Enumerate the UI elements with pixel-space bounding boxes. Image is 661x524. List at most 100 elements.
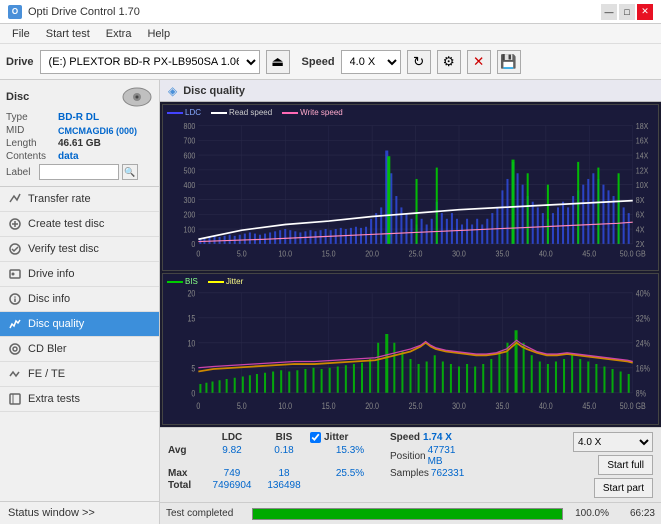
svg-text:8%: 8% xyxy=(636,389,646,399)
verify-disc-icon xyxy=(8,242,22,256)
nav-transfer-rate[interactable]: Transfer rate xyxy=(0,187,159,212)
svg-text:2X: 2X xyxy=(636,240,645,250)
disc-icon xyxy=(121,86,153,108)
progress-area: Test completed 100.0% 66:23 xyxy=(160,502,661,524)
disc-info-icon xyxy=(8,292,22,306)
max-row-label: Max xyxy=(168,468,206,479)
legend-read-speed: Read speed xyxy=(229,108,272,117)
length-label: Length xyxy=(6,138,58,149)
close-button[interactable]: ✕ xyxy=(637,4,653,20)
svg-text:20.0: 20.0 xyxy=(365,401,379,411)
top-chart: LDC Read speed Write speed xyxy=(162,104,659,271)
svg-text:500: 500 xyxy=(184,166,196,176)
menu-start-test[interactable]: Start test xyxy=(38,26,98,42)
svg-text:15.0: 15.0 xyxy=(322,401,336,411)
maximize-button[interactable]: □ xyxy=(619,4,635,20)
status-window-button[interactable]: Status window >> xyxy=(0,502,159,524)
svg-text:15: 15 xyxy=(187,314,195,324)
samples-value: 762331 xyxy=(431,468,464,479)
label-field-label: Label xyxy=(6,167,36,178)
contents-value: data xyxy=(58,151,79,162)
chart-title: Disc quality xyxy=(183,85,245,97)
svg-text:4X: 4X xyxy=(636,225,645,235)
nav-verify-test-disc[interactable]: Verify test disc xyxy=(0,237,159,262)
svg-text:32%: 32% xyxy=(636,314,650,324)
svg-text:30.0: 30.0 xyxy=(452,249,466,259)
svg-text:10: 10 xyxy=(187,339,195,349)
svg-text:18X: 18X xyxy=(636,121,649,131)
total-ldc: 7496904 xyxy=(206,480,258,491)
col-header-ldc: LDC xyxy=(206,432,258,443)
svg-text:300: 300 xyxy=(184,195,196,205)
nav-create-test-disc[interactable]: Create test disc xyxy=(0,212,159,237)
save-button[interactable]: 💾 xyxy=(497,50,521,74)
nav-extra-tests[interactable]: Extra tests xyxy=(0,387,159,412)
position-label: Position xyxy=(390,451,426,462)
svg-text:16X: 16X xyxy=(636,136,649,146)
col-header-speed: Speed xyxy=(390,432,420,443)
svg-text:25.0: 25.0 xyxy=(409,249,423,259)
start-full-button[interactable]: Start full xyxy=(598,455,653,475)
svg-text:0: 0 xyxy=(191,240,195,250)
refresh-button[interactable]: ↻ xyxy=(407,50,431,74)
disc-quality-icon xyxy=(8,317,22,331)
sidebar-nav: Transfer rate Create test disc Verify te… xyxy=(0,187,159,412)
menu-file[interactable]: File xyxy=(4,26,38,42)
disc-info-panel: Disc Type BD-R DL MID CMCMAGDI6 (000) L xyxy=(0,80,159,187)
svg-text:14X: 14X xyxy=(636,151,649,161)
jitter-checkbox-group: Jitter xyxy=(310,432,390,443)
drive-select[interactable]: (E:) PLEXTOR BD-R PX-LB950SA 1.06 xyxy=(40,50,260,74)
legend-jitter: Jitter xyxy=(226,277,243,286)
length-value: 46.61 GB xyxy=(58,138,101,149)
svg-text:5.0: 5.0 xyxy=(237,249,247,259)
total-row-label: Total xyxy=(168,480,206,491)
avg-jitter: 15.3% xyxy=(310,445,390,467)
svg-text:0: 0 xyxy=(196,249,200,259)
bottom-chart: BIS Jitter xyxy=(162,273,659,425)
nav-disc-info[interactable]: Disc info xyxy=(0,287,159,312)
nav-fe-te[interactable]: FE / TE xyxy=(0,362,159,387)
menu-extra[interactable]: Extra xyxy=(98,26,140,42)
svg-text:50.0 GB: 50.0 GB xyxy=(620,401,646,411)
fe-te-icon xyxy=(8,367,22,381)
svg-text:600: 600 xyxy=(184,151,196,161)
disc-section-title: Disc xyxy=(6,91,29,103)
svg-text:8X: 8X xyxy=(636,195,645,205)
jitter-checkbox[interactable] xyxy=(310,432,321,443)
svg-text:45.0: 45.0 xyxy=(582,249,596,259)
svg-text:50.0 GB: 50.0 GB xyxy=(620,249,646,259)
avg-bis: 0.18 xyxy=(258,445,310,467)
svg-text:5.0: 5.0 xyxy=(237,401,247,411)
title-bar-controls: — □ ✕ xyxy=(601,4,653,20)
svg-text:200: 200 xyxy=(184,210,196,220)
speed-header-group: Speed 1.74 X xyxy=(390,432,470,443)
progress-bar-fill xyxy=(253,509,562,519)
stats-area: LDC BIS Jitter Speed 1.74 X Avg 9 xyxy=(160,427,661,502)
svg-text:10.0: 10.0 xyxy=(278,249,292,259)
settings-button[interactable]: ⚙ xyxy=(437,50,461,74)
minimize-button[interactable]: — xyxy=(601,4,617,20)
nav-cd-bler[interactable]: CD Bler xyxy=(0,337,159,362)
start-part-button[interactable]: Start part xyxy=(594,478,653,498)
bottom-chart-svg: 20 15 10 5 0 40% 32% 24% 16% 8% 0 5.0 xyxy=(163,274,658,424)
contents-label: Contents xyxy=(6,151,58,162)
svg-text:35.0: 35.0 xyxy=(496,401,510,411)
erase-button[interactable]: ✕ xyxy=(467,50,491,74)
max-bis: 18 xyxy=(258,468,310,479)
svg-text:0: 0 xyxy=(191,389,195,399)
speed-select[interactable]: 4.0 X xyxy=(341,50,401,74)
menu-help[interactable]: Help xyxy=(139,26,178,42)
main-layout: Disc Type BD-R DL MID CMCMAGDI6 (000) L xyxy=(0,80,661,524)
speed-dropdown[interactable]: 4.0 X xyxy=(573,432,653,452)
svg-text:16%: 16% xyxy=(636,364,650,374)
col-header-empty xyxy=(168,432,206,443)
nav-disc-quality[interactable]: Disc quality xyxy=(0,312,159,337)
status-window-label: Status window >> xyxy=(8,507,95,519)
label-button[interactable]: 🔍 xyxy=(122,164,138,180)
eject-button[interactable]: ⏏ xyxy=(266,50,290,74)
label-input[interactable] xyxy=(39,164,119,180)
svg-text:800: 800 xyxy=(184,121,196,131)
charts-area: LDC Read speed Write speed xyxy=(160,102,661,427)
svg-text:30.0: 30.0 xyxy=(452,401,466,411)
nav-drive-info[interactable]: Drive info xyxy=(0,262,159,287)
